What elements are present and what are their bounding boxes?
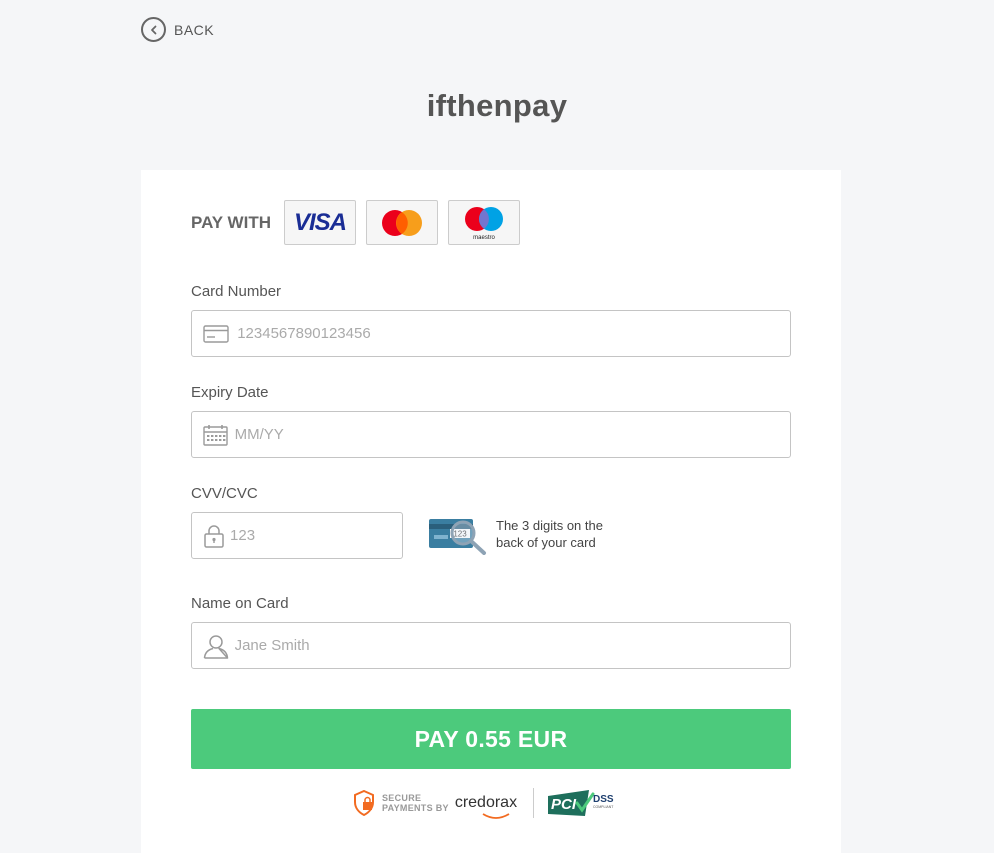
card-number-label: Card Number — [191, 283, 282, 300]
card-number-input[interactable] — [237, 311, 790, 356]
card-number-field — [191, 310, 791, 357]
cvv-hint: 123 The 3 digits on the back of your car… — [428, 513, 616, 555]
cvv-hint-text: The 3 digits on the back of your card — [496, 518, 603, 550]
visa-logo: VISA — [293, 208, 347, 236]
maestro-logo: maestro — [464, 206, 503, 241]
pay-with-label: PAY WITH — [191, 212, 271, 232]
payment-card: PAY WITH VISA maestro Card Number 123456… — [141, 170, 841, 853]
name-on-card-label: Name on Card — [191, 595, 289, 612]
name-on-card-field — [191, 622, 791, 669]
shield-lock-icon — [354, 790, 374, 816]
expiry-date-field — [191, 411, 791, 458]
name-on-card-input[interactable] — [234, 623, 790, 668]
pay-button[interactable]: PAY 0.55 EUR — [191, 709, 791, 769]
expiry-date-input[interactable] — [234, 412, 790, 457]
dss-text: DSS — [593, 794, 614, 805]
pci-text: PCI — [551, 796, 577, 813]
pay-with-row: PAY WITH VISA maestro — [191, 200, 530, 245]
secure-payments-text: SECURE PAYMENTS BY — [382, 793, 449, 813]
lock-icon — [192, 524, 230, 548]
secure-line-2: PAYMENTS BY — [382, 803, 449, 813]
page-title: ifthenpay — [426, 88, 568, 123]
chevron-left-icon — [141, 17, 166, 42]
pci-dss-logo: PCI DSS COMPLIANT — [547, 788, 619, 818]
visa-option[interactable]: VISA — [283, 200, 356, 245]
secure-payments-footer: SECURE PAYMENTS BY credorax PCI DSS COMP… — [353, 788, 619, 819]
credorax-logo: credorax — [454, 794, 518, 819]
footer-divider — [533, 788, 535, 818]
expiry-date-label: Expiry Date — [191, 384, 269, 401]
cvv-field — [191, 512, 403, 559]
credorax-wordmark: credorax — [454, 794, 518, 811]
back-button[interactable]: BACK — [141, 17, 214, 42]
cvv-input[interactable] — [230, 513, 402, 558]
user-icon — [192, 633, 235, 659]
maestro-wordmark: maestro — [473, 235, 495, 241]
maestro-option[interactable]: maestro — [447, 200, 520, 245]
card-magnifier-icon: 123 — [429, 519, 486, 555]
mastercard-logo — [381, 209, 422, 236]
cvv-label: CVV/CVC — [191, 485, 258, 502]
back-label: BACK — [174, 21, 215, 38]
credit-card-icon — [192, 324, 237, 343]
calendar-icon — [192, 424, 235, 446]
mastercard-option[interactable] — [365, 200, 438, 245]
pci-compliant-text: COMPLIANT — [593, 805, 614, 809]
secure-line-1: SECURE — [382, 793, 422, 803]
